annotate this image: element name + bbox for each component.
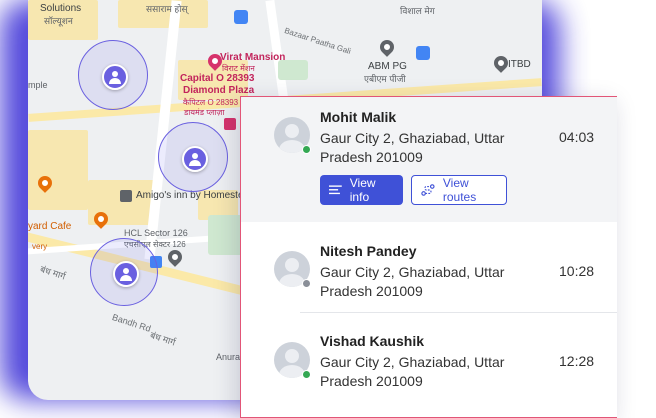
user-name: Vishad Kaushik (320, 333, 425, 349)
list-icon (329, 185, 342, 195)
map-label: Solutions (40, 3, 82, 14)
map-label: yard Cafe (28, 221, 72, 232)
shop-icon[interactable] (234, 10, 248, 24)
map-label: एबीएम पीजी (364, 74, 406, 84)
user-location-marker[interactable] (78, 40, 148, 110)
map-label: डायमंड प्लाज़ा (184, 108, 225, 117)
view-info-button[interactable]: View info (320, 175, 403, 205)
route-icon (421, 184, 435, 196)
timestamp: 04:03 (559, 129, 595, 145)
user-name: Mohit Malik (320, 109, 397, 125)
map-block (28, 130, 88, 210)
user-location-marker[interactable] (158, 122, 228, 192)
view-routes-label: View routes (442, 176, 477, 204)
map-label: Capital O 28393 (180, 73, 255, 84)
map-label: बंध मार्ग (148, 330, 177, 348)
user-name: Nitesh Pandey (320, 243, 417, 259)
status-indicator (302, 370, 311, 379)
hotel-icon[interactable] (224, 118, 236, 130)
user-icon (102, 64, 128, 90)
list-item[interactable]: Vishad Kaushik Gaur City 2, Ghaziabad, U… (241, 313, 617, 417)
list-item[interactable]: Nitesh Pandey Gaur City 2, Ghaziabad, Ut… (241, 222, 617, 312)
map-pin-icon[interactable] (165, 247, 185, 267)
map-label: ससाराम होस् (146, 4, 188, 14)
user-location-marker[interactable] (90, 238, 158, 306)
list-item[interactable]: Mohit Malik Gaur City 2, Ghaziabad, Utta… (241, 97, 617, 222)
user-address: Gaur City 2, Ghaziabad, Uttar Pradesh 20… (320, 130, 505, 165)
timestamp: 12:28 (559, 353, 595, 369)
user-icon (113, 261, 139, 287)
hotel-icon[interactable] (120, 190, 132, 202)
map-label: बंध मार्ग (38, 264, 67, 282)
map-label: very (32, 242, 48, 251)
map-label: Anura (216, 352, 241, 362)
map-park (278, 60, 308, 80)
map-label: सॉल्यूशन (44, 16, 73, 26)
map-label: Virat Mansion (220, 52, 286, 63)
status-indicator (302, 279, 311, 288)
user-icon (182, 146, 208, 172)
map-label: Bazaar Paatha Gali (283, 26, 352, 56)
map-label: Amigo's inn by Homeste (136, 190, 244, 201)
map-label: ITBD (508, 59, 531, 70)
view-info-label: View info (349, 176, 376, 204)
map-label: HCL Sector 126 (124, 228, 188, 238)
timestamp: 10:28 (559, 263, 595, 279)
map-label: Diamond Plaza (183, 85, 255, 96)
map-label: Bandh Rd (110, 312, 153, 334)
status-indicator (302, 145, 311, 154)
bus-icon[interactable] (416, 46, 430, 60)
user-address: Gaur City 2, Ghaziabad, Uttar Pradesh 20… (320, 354, 505, 389)
user-list-panel: Mohit Malik Gaur City 2, Ghaziabad, Utta… (240, 96, 617, 418)
user-address: Gaur City 2, Ghaziabad, Uttar Pradesh 20… (320, 264, 505, 299)
map-label: mple (28, 80, 48, 90)
view-routes-button[interactable]: View routes (411, 175, 507, 205)
map-pin-icon[interactable] (377, 37, 397, 57)
map-label: विशाल मेग (400, 6, 435, 16)
map-label: ABM PG (368, 61, 407, 72)
